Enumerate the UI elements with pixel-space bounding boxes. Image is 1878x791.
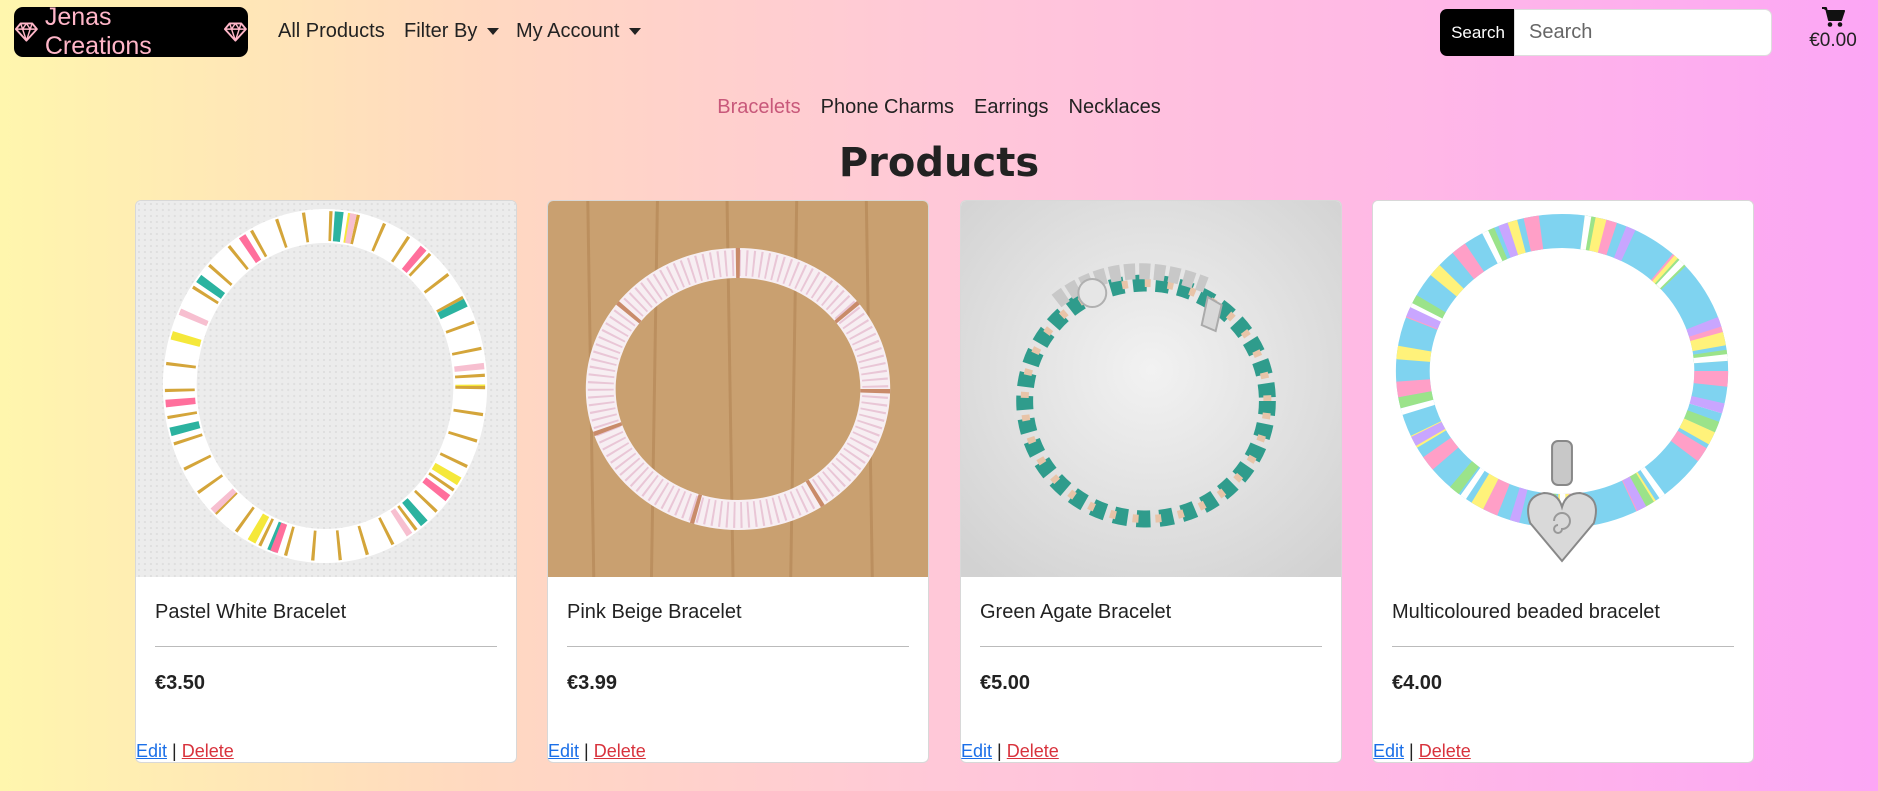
delete-link[interactable]: Delete bbox=[1007, 741, 1059, 761]
edit-link[interactable]: Edit bbox=[136, 741, 167, 761]
category-necklaces[interactable]: Necklaces bbox=[1069, 96, 1161, 119]
category-earrings[interactable]: Earrings bbox=[974, 96, 1048, 119]
product-actions: Edit | Delete bbox=[548, 741, 646, 762]
separator: | bbox=[997, 741, 1002, 761]
divider bbox=[1392, 646, 1734, 647]
divider bbox=[155, 646, 497, 647]
product-price: €3.99 bbox=[567, 672, 618, 694]
separator: | bbox=[1409, 741, 1414, 761]
product-image[interactable] bbox=[548, 201, 928, 577]
category-bracelets[interactable]: Bracelets bbox=[717, 96, 800, 119]
product-card: Multicoloured beaded bracelet €4.00 Edit… bbox=[1372, 200, 1754, 763]
brand-name: Jenas Creations bbox=[44, 3, 152, 60]
edit-link[interactable]: Edit bbox=[1373, 741, 1404, 761]
product-actions: Edit | Delete bbox=[961, 741, 1059, 762]
product-image[interactable] bbox=[961, 201, 1341, 577]
delete-link[interactable]: Delete bbox=[594, 741, 646, 761]
page-title: Products bbox=[838, 140, 1040, 186]
search-button[interactable]: Search bbox=[1440, 9, 1516, 56]
nav-my-account-dropdown[interactable]: My Account bbox=[516, 20, 642, 43]
product-name: Pink Beige Bracelet bbox=[567, 601, 742, 623]
nav-filter-by-dropdown[interactable]: Filter By bbox=[404, 20, 500, 43]
product-image[interactable] bbox=[136, 201, 516, 577]
product-image[interactable] bbox=[1373, 201, 1753, 577]
nav-link-label: All Products bbox=[278, 20, 385, 42]
separator: | bbox=[172, 741, 177, 761]
category-nav: Bracelets Phone Charms Earrings Necklace… bbox=[0, 96, 1878, 119]
cart-button[interactable]: €0.00 bbox=[1802, 6, 1864, 52]
separator: | bbox=[584, 741, 589, 761]
product-price: €3.50 bbox=[155, 672, 206, 694]
product-actions: Edit | Delete bbox=[136, 741, 234, 762]
gem-icon bbox=[224, 22, 248, 42]
brand-logo[interactable]: Jenas Creations bbox=[14, 3, 248, 60]
gem-icon bbox=[14, 22, 38, 42]
product-card: Green Agate Bracelet €5.00 Edit | Delete bbox=[960, 200, 1342, 763]
nav-all-products[interactable]: All Products bbox=[278, 20, 385, 43]
search-input[interactable] bbox=[1514, 9, 1772, 56]
product-name: Green Agate Bracelet bbox=[980, 601, 1172, 623]
edit-link[interactable]: Edit bbox=[961, 741, 992, 761]
nav-link-label: My Account bbox=[516, 20, 620, 42]
delete-link[interactable]: Delete bbox=[182, 741, 234, 761]
product-card: Pink Beige Bracelet €3.99 Edit | Delete bbox=[547, 200, 929, 763]
product-name: Pastel White Bracelet bbox=[155, 601, 347, 623]
product-price: €5.00 bbox=[980, 672, 1031, 694]
product-card: Pastel White Bracelet €3.50 Edit | Delet… bbox=[135, 200, 517, 763]
divider bbox=[980, 646, 1322, 647]
divider bbox=[567, 646, 909, 647]
chevron-down-icon bbox=[629, 28, 642, 35]
edit-link[interactable]: Edit bbox=[548, 741, 579, 761]
product-actions: Edit | Delete bbox=[1373, 741, 1471, 762]
product-name: Multicoloured beaded bracelet bbox=[1392, 601, 1660, 623]
cart-total: €0.00 bbox=[1809, 30, 1857, 51]
category-phone-charms[interactable]: Phone Charms bbox=[821, 96, 954, 119]
shopping-cart-icon bbox=[1822, 7, 1845, 27]
chevron-down-icon bbox=[487, 28, 500, 35]
navbar: Jenas Creations All Products Filter By M… bbox=[0, 0, 1878, 66]
product-price: €4.00 bbox=[1392, 672, 1443, 694]
nav-link-label: Filter By bbox=[404, 20, 478, 42]
delete-link[interactable]: Delete bbox=[1419, 741, 1471, 761]
